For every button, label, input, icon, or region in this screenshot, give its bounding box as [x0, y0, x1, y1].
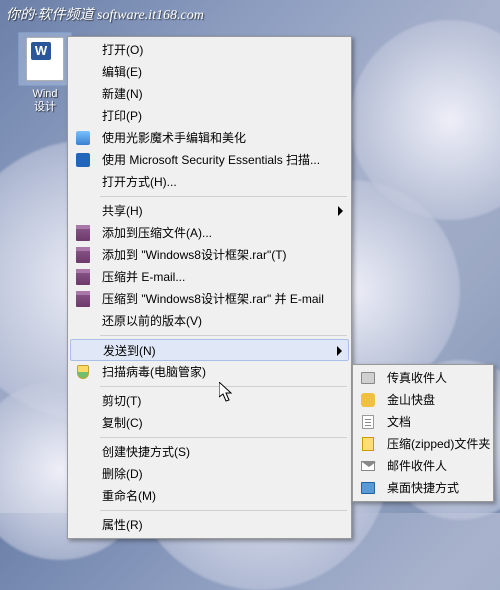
kuaipan-icon	[359, 391, 377, 409]
menu-item-copy[interactable]: 复制(C)	[70, 412, 349, 434]
menu-item-add-to-rar[interactable]: 添加到 "Windows8设计框架.rar"(T)	[70, 244, 349, 266]
menu-item-compress-to-rar-email[interactable]: 压缩到 "Windows8设计框架.rar" 并 E-mail	[70, 288, 349, 310]
menu-separator	[100, 196, 347, 197]
desktop-icon	[359, 479, 377, 497]
context-menu: 打开(O) 编辑(E) 新建(N) 打印(P) 使用光影魔术手编辑和美化 使用 …	[67, 36, 352, 539]
submenu-arrow-icon	[337, 346, 342, 356]
rar-icon	[74, 268, 92, 286]
submenu-item-fax[interactable]: 传真收件人	[355, 367, 491, 389]
menu-item-send-to[interactable]: 发送到(N)	[70, 339, 349, 361]
menu-item-scan-virus[interactable]: 扫描病毒(电脑管家)	[70, 361, 349, 383]
zip-icon	[359, 435, 377, 453]
submenu-item-documents[interactable]: 文档	[355, 411, 491, 433]
rar-icon	[74, 290, 92, 308]
rar-icon	[74, 246, 92, 264]
menu-separator	[100, 335, 347, 336]
desktop-file-icon[interactable]: Wind设计	[18, 32, 72, 114]
desktop-file-label: Wind设计	[18, 88, 72, 114]
menu-item-open-with[interactable]: 打开方式(H)...	[70, 171, 349, 193]
photo-icon	[74, 129, 92, 147]
menu-item-open[interactable]: 打开(O)	[70, 39, 349, 61]
menu-item-cut[interactable]: 剪切(T)	[70, 390, 349, 412]
menu-item-add-archive[interactable]: 添加到压缩文件(A)...	[70, 222, 349, 244]
menu-item-mse-scan[interactable]: 使用 Microsoft Security Essentials 扫描...	[70, 149, 349, 171]
fax-icon	[359, 369, 377, 387]
shield-icon	[74, 363, 92, 381]
menu-item-restore-previous[interactable]: 还原以前的版本(V)	[70, 310, 349, 332]
submenu-arrow-icon	[338, 206, 343, 216]
word-document-icon	[18, 32, 72, 86]
watermark-text: 你的·软件频道 software.it168.com	[6, 4, 204, 24]
submenu-item-zipped[interactable]: 压缩(zipped)文件夹	[355, 433, 491, 455]
submenu-item-kuaipan[interactable]: 金山快盘	[355, 389, 491, 411]
menu-item-share[interactable]: 共享(H)	[70, 200, 349, 222]
menu-separator	[100, 437, 347, 438]
menu-item-delete[interactable]: 删除(D)	[70, 463, 349, 485]
menu-separator	[100, 386, 347, 387]
menu-item-photo-edit[interactable]: 使用光影魔术手编辑和美化	[70, 127, 349, 149]
menu-item-print[interactable]: 打印(P)	[70, 105, 349, 127]
send-to-submenu: 传真收件人 金山快盘 文档 压缩(zipped)文件夹 邮件收件人 桌面快捷方式	[352, 364, 494, 502]
submenu-item-desktop-shortcut[interactable]: 桌面快捷方式	[355, 477, 491, 499]
menu-item-properties[interactable]: 属性(R)	[70, 514, 349, 536]
menu-item-rename[interactable]: 重命名(M)	[70, 485, 349, 507]
mse-icon	[74, 151, 92, 169]
submenu-item-mail[interactable]: 邮件收件人	[355, 455, 491, 477]
menu-item-new[interactable]: 新建(N)	[70, 83, 349, 105]
menu-item-create-shortcut[interactable]: 创建快捷方式(S)	[70, 441, 349, 463]
document-icon	[359, 413, 377, 431]
mail-icon	[359, 457, 377, 475]
rar-icon	[74, 224, 92, 242]
menu-separator	[100, 510, 347, 511]
menu-item-edit[interactable]: 编辑(E)	[70, 61, 349, 83]
menu-item-compress-email[interactable]: 压缩并 E-mail...	[70, 266, 349, 288]
